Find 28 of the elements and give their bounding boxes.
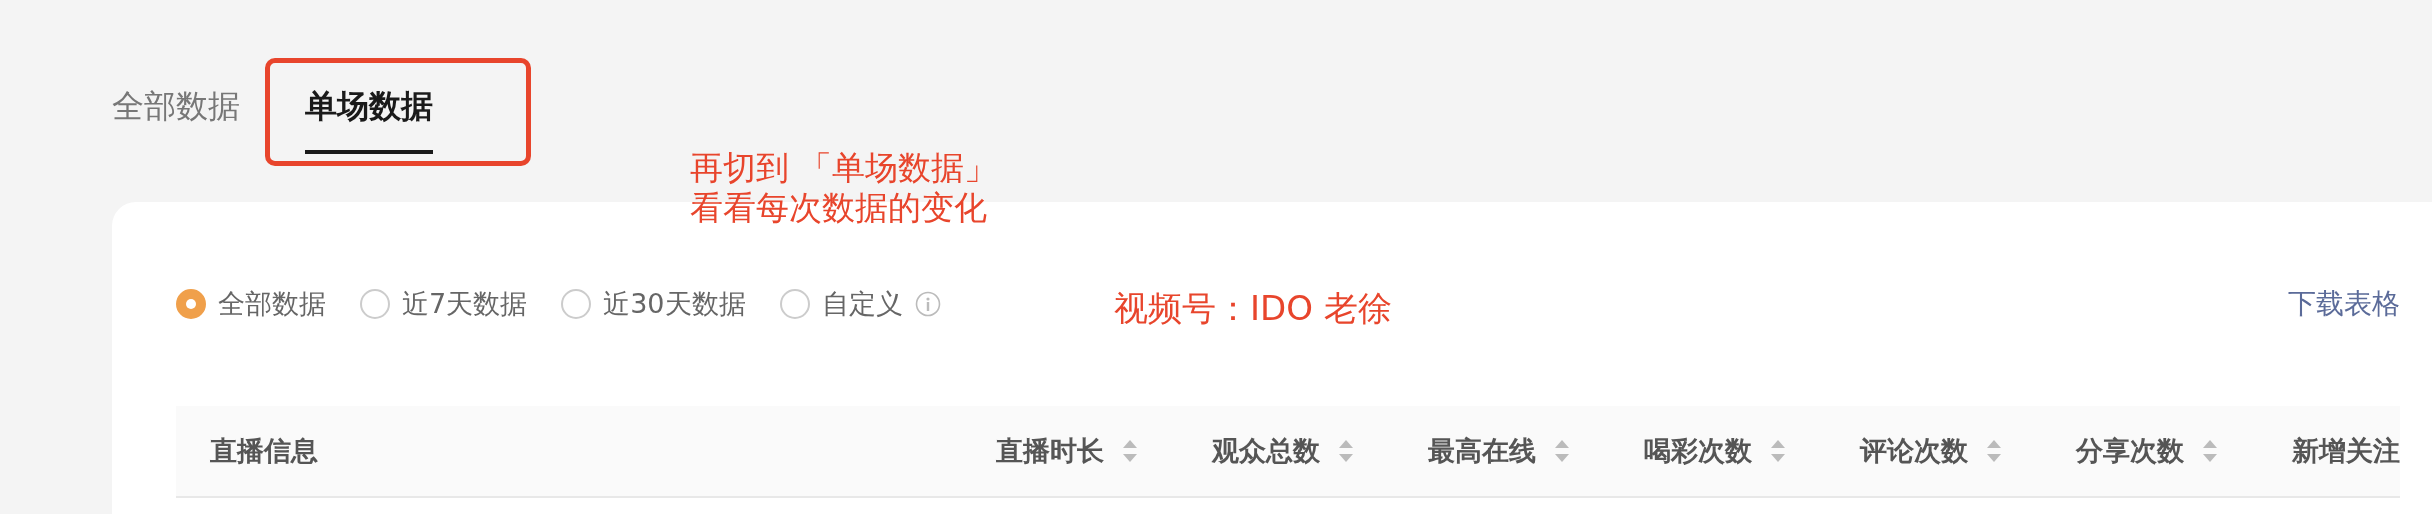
column-header: 直播信息 [210, 434, 318, 468]
radio-label[interactable]: 近7天数据 [402, 286, 528, 322]
column-header: 新增关注 [2292, 434, 2400, 468]
sort-icon[interactable] [1554, 438, 1570, 464]
column-header: 观众总数 [1212, 434, 1320, 468]
sort-icon[interactable] [1338, 438, 1354, 464]
column-header: 直播时长 [996, 434, 1104, 468]
tab[interactable]: 单场数据 [305, 84, 433, 154]
column-header: 喝彩次数 [1644, 434, 1752, 468]
sort-icon[interactable] [2202, 438, 2218, 464]
sort-icon[interactable] [1122, 438, 1138, 464]
radio-button[interactable] [360, 289, 390, 319]
column-header: 分享次数 [2076, 434, 2184, 468]
sort-icon[interactable] [1986, 438, 2002, 464]
radio-label[interactable]: 近30天数据 [603, 286, 746, 322]
radio-button[interactable] [561, 289, 592, 319]
download-link[interactable]: 下载表格 [2288, 285, 2400, 323]
column-header: 最高在线 [1428, 434, 1536, 468]
sort-icon[interactable] [1770, 438, 1786, 464]
info-icon[interactable] [914, 291, 941, 317]
radio-label[interactable]: 全部数据 [218, 286, 326, 322]
radio-button[interactable] [779, 289, 810, 319]
radio-button[interactable] [176, 289, 206, 319]
annotation-text: 再切到 「单场数据」 看看每次数据的变化 [690, 148, 998, 228]
credit-text: 视频号：IDO 老徐 [1114, 287, 1392, 330]
column-header: 评论次数 [1860, 434, 1968, 468]
radio-label[interactable]: 自定义 [821, 286, 903, 322]
tab[interactable]: 全部数据 [112, 84, 240, 154]
